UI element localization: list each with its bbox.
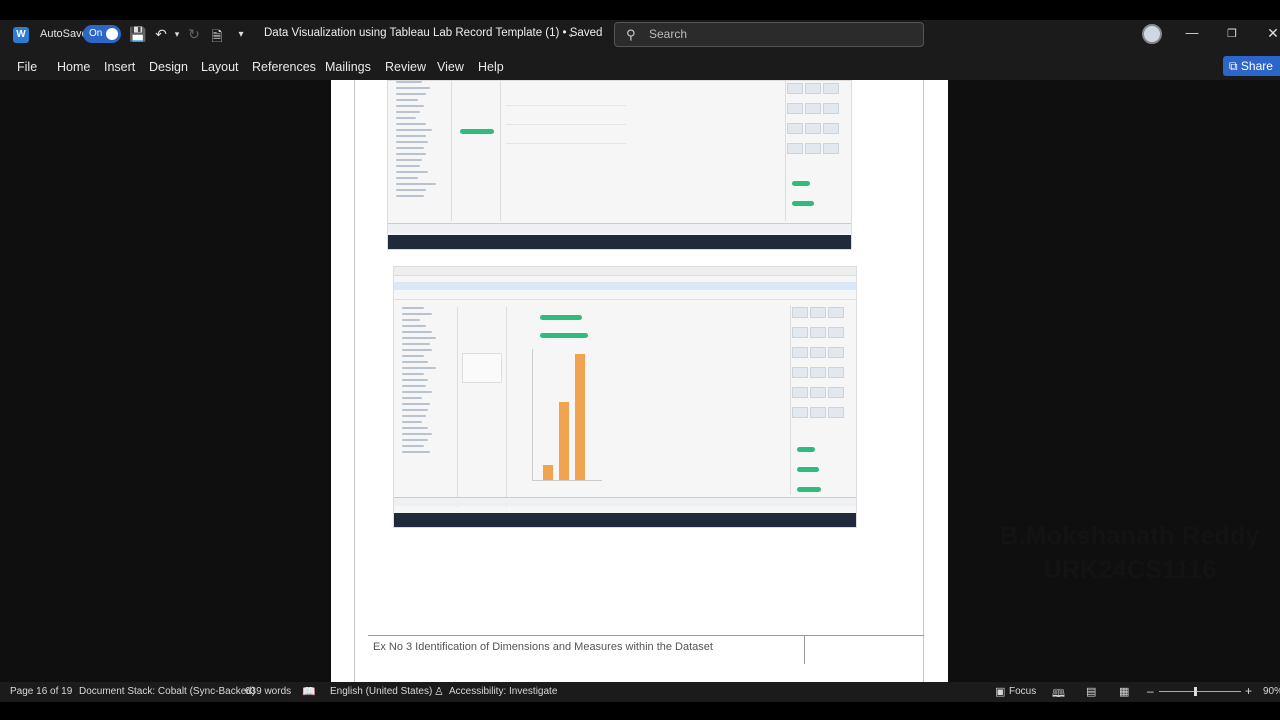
status-bar: Page 16 of 19 Document Stack: Cobalt (Sy…: [0, 682, 1280, 702]
search-icon: ⚲: [626, 27, 636, 42]
zoom-slider-thumb[interactable]: [1194, 687, 1197, 696]
page-footer[interactable]: Ex No 3 Identification of Dimensions and…: [373, 641, 713, 653]
share-icon: ⧉: [1229, 59, 1238, 73]
title-bar: W AutoSave On 💾 ↶ ▾ ↻ 🗎 ▾ Data Visualiza…: [0, 20, 1280, 54]
tab-layout[interactable]: Layout: [201, 60, 239, 74]
footer-divider: [804, 636, 805, 664]
screenshot-2-shelves: [510, 307, 590, 338]
chart-bar: [559, 402, 569, 480]
save-icon[interactable]: 💾: [129, 26, 147, 43]
restore-icon[interactable]: ❐: [1223, 27, 1241, 40]
search-input[interactable]: ⚲ Search: [614, 22, 924, 47]
zoom-out-icon[interactable]: –: [1147, 684, 1154, 698]
name-watermark: B.Mokshanath Reddy URK24CS1116: [980, 519, 1280, 587]
top-letterbox: [0, 0, 1280, 20]
print-layout-icon[interactable]: ▤: [1086, 685, 1096, 698]
focus-button[interactable]: Focus: [1009, 686, 1036, 697]
screenshot-2-data-pane: [396, 307, 454, 507]
screenshot-2-toolbar: [394, 293, 856, 300]
screenshot-2-show-me-panel: [790, 305, 852, 495]
screenshot-2-bar-chart: [532, 349, 602, 481]
language-status[interactable]: English (United States): [330, 686, 432, 697]
new-document-icon[interactable]: 🗎: [208, 26, 226, 50]
left-margin-guide: [354, 80, 355, 682]
tab-mailings[interactable]: Mailings: [325, 60, 371, 74]
embedded-screenshot-2[interactable]: [393, 266, 857, 528]
watermark-name: B.Mokshanath Reddy: [1000, 522, 1260, 550]
screenshot-2-marks-card: [457, 307, 507, 507]
autosave-toggle[interactable]: On: [83, 25, 121, 43]
web-layout-icon[interactable]: ▦: [1119, 685, 1129, 698]
document-page[interactable]: Ex No 3 Identification of Dimensions and…: [331, 80, 948, 682]
footer-rule: [368, 635, 924, 636]
document-title[interactable]: Data Visualization using Tableau Lab Rec…: [264, 27, 602, 39]
redo-icon[interactable]: ↻: [185, 26, 203, 43]
tab-references[interactable]: References: [252, 60, 316, 74]
share-button[interactable]: ⧉ Share: [1223, 56, 1280, 76]
proofing-book-icon[interactable]: 📖: [302, 685, 316, 698]
share-label: Share: [1240, 59, 1273, 73]
search-placeholder: Search: [649, 27, 688, 41]
screenshot-1-sidebar: [390, 81, 448, 221]
screenshot-1-cards: [451, 81, 501, 221]
minimize-icon[interactable]: —: [1183, 25, 1201, 40]
tab-insert[interactable]: Insert: [104, 60, 135, 74]
tab-help[interactable]: Help: [478, 60, 504, 74]
bottom-letterbox: [0, 702, 1280, 720]
close-icon[interactable]: ✕: [1264, 25, 1280, 42]
document-stack-status[interactable]: Document Stack: Cobalt (Sync-Backed): [79, 686, 255, 697]
right-margin-guide: [923, 80, 924, 682]
zoom-slider[interactable]: [1159, 691, 1241, 692]
autosave-state: On: [89, 28, 103, 39]
watermark-id: URK24CS1116: [1043, 556, 1217, 584]
screenshot-1-table: [506, 89, 626, 144]
page-count[interactable]: Page 16 of 19: [10, 686, 72, 697]
screenshot-2-taskbar: [394, 513, 856, 527]
screenshot-1-show-me-panel: [785, 81, 847, 221]
chart-bar: [575, 354, 585, 480]
chart-bar: [543, 465, 553, 480]
ribbon-tabs: File Home Insert Design Layout Reference…: [0, 54, 1280, 80]
title-chevron-down-icon[interactable]: ⌄: [562, 29, 580, 40]
focus-icon[interactable]: ▣: [995, 685, 1005, 698]
screenshot-1-sheet-tabs: [388, 223, 851, 233]
avatar[interactable]: [1142, 24, 1162, 44]
tab-review[interactable]: Review: [385, 60, 426, 74]
autosave-label: AutoSave: [40, 28, 88, 40]
toggle-knob: [106, 28, 118, 40]
word-count[interactable]: 639 words: [245, 686, 291, 697]
word-app-icon: W: [13, 27, 29, 43]
tab-design[interactable]: Design: [149, 60, 188, 74]
screenshot-2-public-banner: [394, 282, 856, 290]
customize-toolbar-icon[interactable]: ▾: [232, 29, 250, 40]
tab-home[interactable]: Home: [57, 60, 90, 74]
screenshot-2-window-head: [394, 267, 856, 276]
tab-file[interactable]: File: [17, 60, 37, 74]
undo-dropdown-icon[interactable]: ▾: [168, 29, 186, 40]
screenshot-2-sheet-tabs: [394, 497, 856, 506]
zoom-level[interactable]: 90%: [1263, 686, 1280, 697]
tab-view[interactable]: View: [437, 60, 464, 74]
embedded-screenshot-1[interactable]: [387, 80, 852, 250]
accessibility-status[interactable]: Accessibility: Investigate: [449, 686, 557, 697]
zoom-in-icon[interactable]: +: [1245, 684, 1252, 698]
document-workspace[interactable]: Ex No 3 Identification of Dimensions and…: [0, 80, 1280, 682]
screenshot-1-taskbar: [388, 235, 851, 249]
accessibility-icon[interactable]: ♙: [434, 685, 444, 698]
